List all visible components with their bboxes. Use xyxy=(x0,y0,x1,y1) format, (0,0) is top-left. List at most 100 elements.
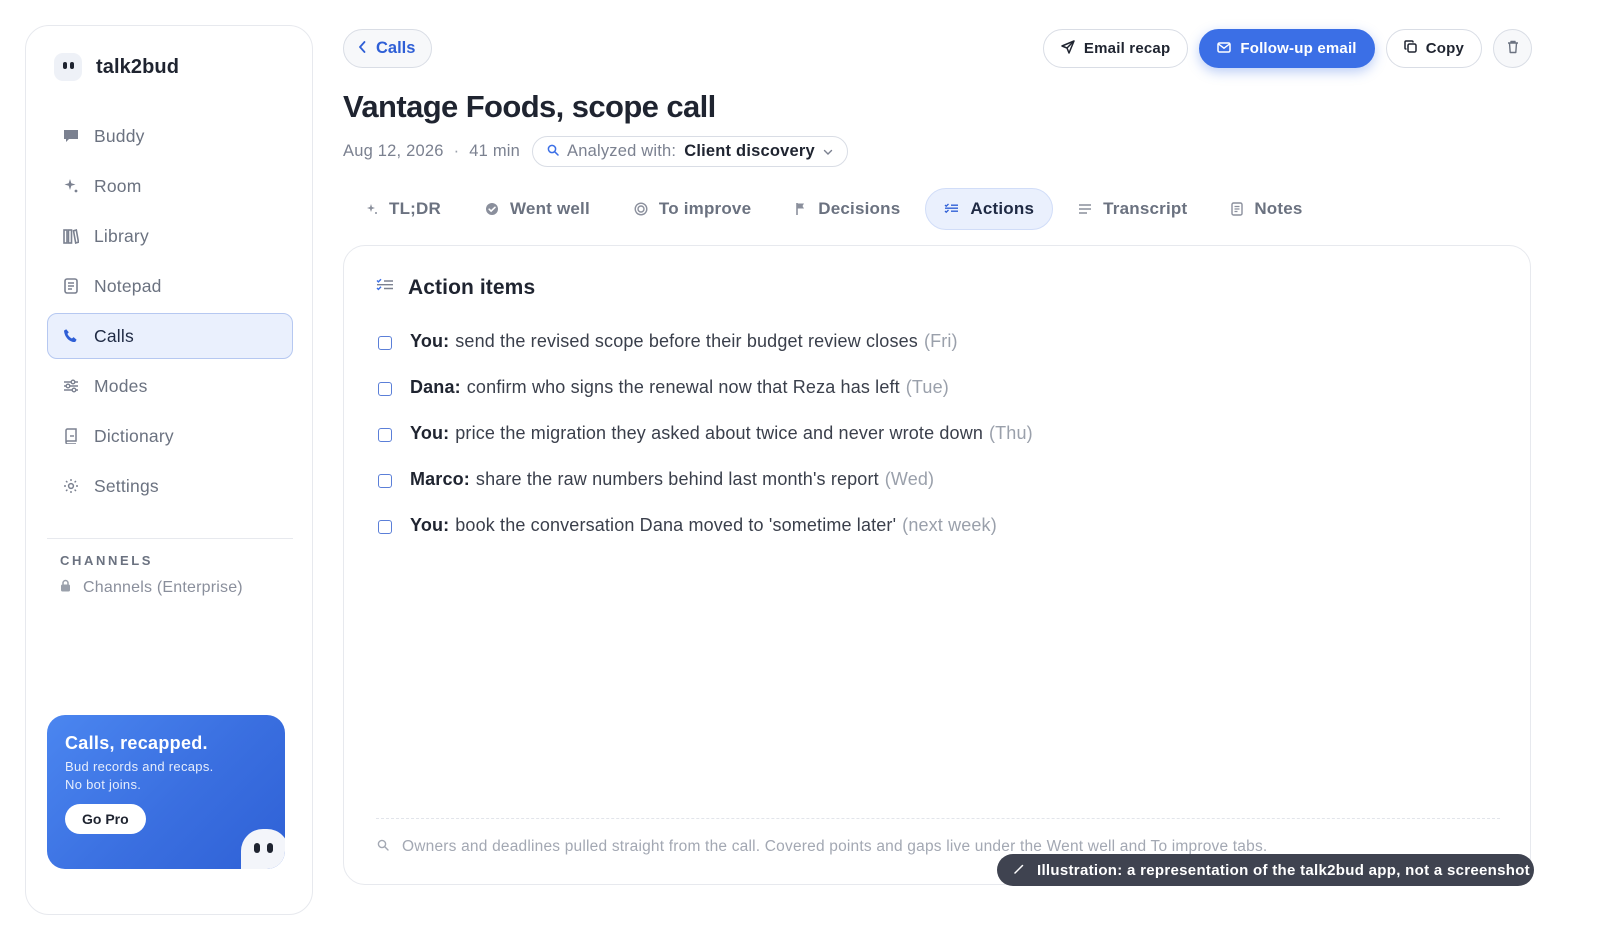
tab-transcript[interactable]: Transcript xyxy=(1059,188,1206,230)
checklist-icon xyxy=(944,203,959,215)
action-checkbox[interactable] xyxy=(378,382,392,396)
action-items-list: You: send the revised scope before their … xyxy=(378,318,1033,548)
action-due: (Fri) xyxy=(923,330,958,351)
sidebar-item-notepad[interactable]: Notepad xyxy=(47,263,293,309)
channels-item-label: Channels (Enterprise) xyxy=(83,579,243,596)
ghost-mascot-icon xyxy=(241,829,285,869)
action-task: book the conversation Dana moved to 'som… xyxy=(455,514,897,535)
copy-label: Copy xyxy=(1425,40,1464,57)
recap-tabs: TL;DR Went well To improve Decisions Act… xyxy=(347,188,1328,230)
sidebar-item-label: Library xyxy=(94,225,149,246)
mail-icon xyxy=(1217,40,1232,57)
sidebar-item-calls[interactable]: Calls xyxy=(47,313,293,359)
sidebar-item-room[interactable]: Room xyxy=(47,163,293,209)
action-owner: Dana: xyxy=(410,376,461,397)
action-item-text: Marco: share the raw numbers behind last … xyxy=(410,469,934,490)
lines-icon xyxy=(1078,203,1092,215)
checklist-icon xyxy=(376,278,394,298)
chevron-left-icon xyxy=(358,39,366,58)
panel-divider xyxy=(376,818,1500,819)
send-icon xyxy=(1061,39,1075,58)
tab-notes[interactable]: Notes xyxy=(1212,188,1321,230)
action-checkbox[interactable] xyxy=(378,520,392,534)
copy-icon xyxy=(1403,40,1417,57)
tab-tldr[interactable]: TL;DR xyxy=(347,188,460,230)
search-icon xyxy=(377,838,389,856)
action-item-text: Dana: confirm who signs the renewal now t… xyxy=(410,377,949,398)
email-recap-button[interactable]: Email recap xyxy=(1042,29,1189,68)
action-task: share the raw numbers behind last month'… xyxy=(475,468,879,489)
brand[interactable]: talk2bud xyxy=(54,53,179,81)
sidebar-item-buddy[interactable]: Buddy xyxy=(47,113,293,159)
lock-icon xyxy=(60,579,71,597)
tab-label: TL;DR xyxy=(389,199,441,218)
sparkle-icon xyxy=(366,203,378,215)
call-date: Aug 12, 2026 xyxy=(343,141,444,160)
tab-actions[interactable]: Actions xyxy=(925,188,1054,230)
action-due: (next week) xyxy=(902,514,997,535)
gear-icon xyxy=(62,477,80,495)
flag-icon xyxy=(795,202,807,216)
sidebar-item-modes[interactable]: Modes xyxy=(47,363,293,409)
promo-desc-line: No bot joins. xyxy=(65,777,142,792)
action-checkbox[interactable] xyxy=(378,428,392,442)
action-due: (Tue) xyxy=(905,376,949,397)
action-owner: You: xyxy=(410,514,450,535)
promo-card: Calls, recapped. Bud records and recaps.… xyxy=(47,715,285,869)
books-icon xyxy=(62,227,80,245)
panel-header: Action items xyxy=(376,276,535,300)
action-checkbox[interactable] xyxy=(378,474,392,488)
action-task: send the revised scope before their budg… xyxy=(455,330,918,351)
action-owner: Marco: xyxy=(410,468,470,489)
sidebar-item-label: Settings xyxy=(94,475,159,496)
search-icon xyxy=(547,142,559,161)
analyzed-with-value: Client discovery xyxy=(684,141,815,160)
action-task: confirm who signs the renewal now that R… xyxy=(466,376,900,397)
copy-button[interactable]: Copy xyxy=(1385,29,1482,68)
action-owner: You: xyxy=(410,330,450,351)
action-item-text: You: send the revised scope before their … xyxy=(410,331,958,352)
analyzed-with-label: Analyzed with: xyxy=(567,141,677,160)
go-pro-button[interactable]: Go Pro xyxy=(65,804,146,834)
delete-button[interactable] xyxy=(1493,29,1532,68)
app-name: talk2bud xyxy=(96,55,180,78)
analyzed-with-dropdown[interactable]: Analyzed with: Client discovery xyxy=(532,135,848,167)
email-recap-label: Email recap xyxy=(1083,40,1171,57)
action-item-text: You: book the conversation Dana moved to … xyxy=(410,515,997,536)
tab-to-improve[interactable]: To improve xyxy=(615,188,770,230)
back-button-label: Calls xyxy=(376,39,416,57)
header-actions: Email recap Follow-up email Copy xyxy=(1042,29,1532,68)
check-badge-icon xyxy=(485,202,499,216)
action-due: (Thu) xyxy=(989,422,1033,443)
tab-went-well[interactable]: Went well xyxy=(466,188,609,230)
channels-enterprise-item[interactable]: Channels (Enterprise) xyxy=(60,579,243,597)
action-checkbox[interactable] xyxy=(378,336,392,350)
note-icon xyxy=(1231,202,1244,216)
sidebar-item-settings[interactable]: Settings xyxy=(47,463,293,509)
sidebar-item-label: Notepad xyxy=(94,275,162,296)
promo-description: Bud records and recaps. No bot joins. xyxy=(65,758,235,794)
promo-title: Calls, recapped. xyxy=(65,733,208,753)
chat-icon xyxy=(62,127,80,145)
tab-decisions[interactable]: Decisions xyxy=(776,188,919,230)
phone-icon xyxy=(62,327,80,345)
sidebar-item-dictionary[interactable]: Dictionary xyxy=(47,413,293,459)
sidebar-item-library[interactable]: Library xyxy=(47,213,293,259)
action-item: You: send the revised scope before their … xyxy=(378,318,1033,364)
follow-up-email-button[interactable]: Follow-up email xyxy=(1199,29,1375,68)
sidebar: talk2bud Buddy Room Library Notepad Call… xyxy=(25,25,313,915)
chevron-down-icon xyxy=(823,142,833,161)
action-due: (Wed) xyxy=(884,468,935,489)
trash-icon xyxy=(1507,40,1519,58)
tab-label: Transcript xyxy=(1103,199,1188,218)
back-to-calls-button[interactable]: Calls xyxy=(343,29,433,68)
action-item: You: price the migration they asked about… xyxy=(378,410,1033,456)
meta-separator: · xyxy=(453,141,460,160)
tab-label: To improve xyxy=(658,199,752,218)
target-icon xyxy=(634,202,648,216)
illustration-toast: Illustration: a representation of the ta… xyxy=(997,854,1534,886)
sidebar-item-label: Dictionary xyxy=(94,425,174,446)
call-meta: Aug 12, 2026 · 41 min Analyzed with: Cli… xyxy=(343,135,848,167)
sidebar-divider xyxy=(47,538,293,539)
ghost-logo-icon xyxy=(54,53,82,81)
